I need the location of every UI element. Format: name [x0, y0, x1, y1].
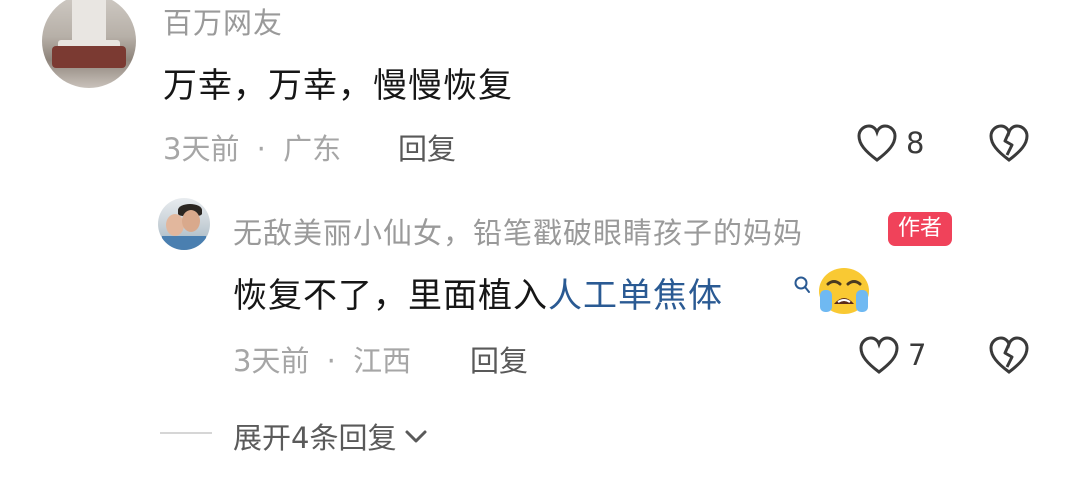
comment-username[interactable]: 百万网友	[163, 0, 283, 42]
dislike-button[interactable]	[988, 124, 1030, 164]
avatar[interactable]	[42, 0, 136, 88]
reply-dislike-button[interactable]	[988, 336, 1030, 376]
reply-like-count: 7	[908, 338, 927, 372]
reply-meta: 3天前 · 江西	[233, 338, 411, 380]
comment-location: 广东	[283, 132, 342, 166]
like-count: 8	[906, 126, 925, 160]
divider	[160, 432, 212, 434]
comment-time: 3天前	[163, 132, 240, 166]
reply-like-button[interactable]	[858, 336, 900, 376]
reply-location: 江西	[353, 344, 412, 378]
reply-text: 恢复不了，里面植入人工单焦体	[233, 268, 723, 317]
author-badge: 作者	[888, 212, 953, 246]
reply-text-main: 恢复不了，里面植入	[233, 276, 548, 316]
reply-button[interactable]: 回复	[398, 126, 456, 168]
comment-meta: 3天前 · 广东	[163, 126, 341, 168]
comment-text: 万幸，万幸，慢慢恢复	[163, 66, 513, 106]
meta-separator: ·	[326, 344, 336, 378]
reply-time: 3天前	[233, 344, 310, 378]
heart-outline-icon	[857, 124, 897, 162]
expand-replies-button[interactable]: 展开4条回复	[233, 415, 430, 457]
chevron-down-icon	[405, 430, 427, 443]
expand-replies-label: 展开4条回复	[233, 421, 397, 455]
heart-outline-icon	[859, 336, 899, 374]
meta-separator: ·	[256, 132, 266, 166]
broken-heart-icon	[989, 124, 1029, 162]
reply-to-reply-button[interactable]: 回复	[470, 338, 528, 380]
crying-face-emoji	[816, 264, 872, 316]
search-link[interactable]: 人工单焦体	[548, 276, 723, 316]
reply-avatar[interactable]	[158, 198, 210, 250]
broken-heart-icon	[989, 336, 1029, 374]
reply-username[interactable]: 无敌美丽小仙女，铅笔戳破眼睛孩子的妈妈	[233, 210, 803, 252]
like-button[interactable]	[856, 124, 898, 164]
search-small-icon[interactable]	[793, 275, 811, 295]
